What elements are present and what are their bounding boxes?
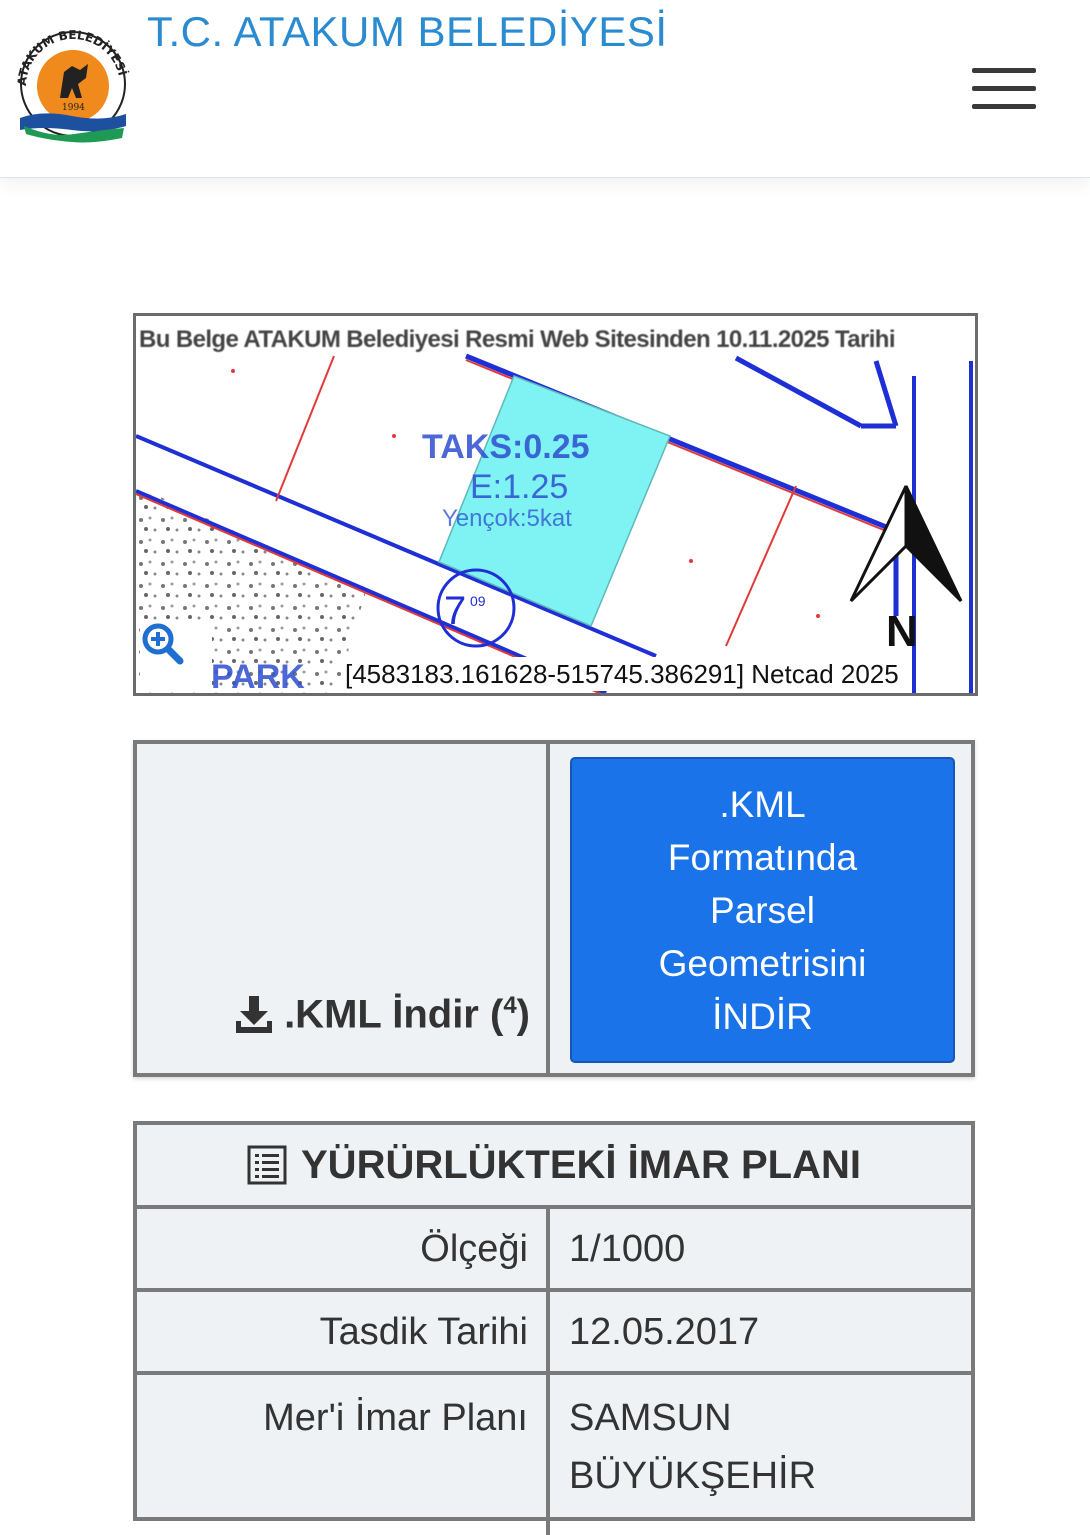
svg-text:TAKS:0.25: TAKS:0.25 bbox=[422, 428, 590, 466]
atakum-logo[interactable]: ATAKUM BELEDİYESİ 1994 bbox=[12, 26, 134, 144]
table-row: Ölçeği 1/1000 bbox=[137, 1209, 971, 1292]
row-label-current-plan: Mer'i İmar Planı bbox=[137, 1375, 550, 1535]
parcel-map[interactable]: 7 09 TAKS:0.25 E:1.25 Yençok:5kat PARK N… bbox=[133, 313, 978, 696]
imar-plan-table: YÜRÜRLÜKTEKİ İMAR PLANI Ölçeği 1/1000 Ta… bbox=[133, 1121, 975, 1535]
north-arrow: N bbox=[849, 485, 963, 656]
zoom-in-button[interactable] bbox=[140, 621, 212, 691]
imar-plan-heading: YÜRÜRLÜKTEKİ İMAR PLANI bbox=[137, 1125, 971, 1209]
kml-download-table: .KML İndir (4) .KML Formatında Parsel Ge… bbox=[133, 740, 975, 1077]
row-value-scale: 1/1000 bbox=[569, 1228, 686, 1270]
row-value-approval-date: 12.05.2017 bbox=[569, 1311, 760, 1353]
map-watermark: Bu Belge ATAKUM Belediyesi Resmi Web Sit… bbox=[139, 326, 896, 353]
row-value-current-plan: SAMSUN BÜYÜKŞEHİR bbox=[569, 1389, 816, 1505]
kml-download-link[interactable]: .KML İndir (4) bbox=[234, 992, 530, 1037]
kml-button-line: Parsel bbox=[710, 889, 815, 931]
kml-button-line: İNDİR bbox=[712, 995, 813, 1037]
table-row: Mer'i İmar Planı SAMSUN BÜYÜKŞEHİR bbox=[137, 1375, 971, 1535]
plan-value-line: SAMSUN bbox=[569, 1397, 732, 1439]
download-icon bbox=[236, 996, 273, 1034]
svg-text:09: 09 bbox=[470, 593, 486, 609]
table-row: Tasdik Tarihi 12.05.2017 bbox=[137, 1292, 971, 1375]
zoom-in-icon bbox=[142, 623, 184, 665]
svg-text:PARK: PARK bbox=[211, 658, 305, 693]
plan-value-line: BÜYÜKŞEHİR bbox=[569, 1455, 817, 1497]
kml-link-cell: .KML İndir (4) bbox=[137, 744, 550, 1073]
svg-text:E:1.25: E:1.25 bbox=[470, 468, 568, 506]
kml-button-line: Formatında bbox=[667, 836, 858, 878]
site-title[interactable]: T.C. ATAKUM BELEDİYESİ bbox=[147, 8, 668, 56]
kml-link-label: .KML İndir (4) bbox=[284, 991, 530, 1036]
list-icon bbox=[247, 1145, 287, 1185]
map-canvas: 7 09 TAKS:0.25 E:1.25 Yençok:5kat PARK N bbox=[136, 353, 973, 693]
imar-plan-heading-text: YÜRÜRLÜKTEKİ İMAR PLANI bbox=[301, 1142, 861, 1187]
kml-download-button[interactable]: .KML Formatında Parsel Geometrisini İNDİ… bbox=[570, 757, 955, 1063]
svg-text:1994: 1994 bbox=[62, 103, 85, 113]
map-coordinates: [4583183.161628-515745.386291] Netcad 20… bbox=[341, 657, 903, 691]
row-label-scale: Ölçeği bbox=[137, 1209, 550, 1288]
svg-text:N: N bbox=[886, 607, 918, 656]
kml-button-line: Geometrisini bbox=[658, 942, 867, 984]
hamburger-icon[interactable] bbox=[970, 66, 1040, 112]
hamburger-bar bbox=[972, 68, 1036, 73]
svg-text:7: 7 bbox=[444, 589, 466, 633]
svg-text:Yençok:5kat: Yençok:5kat bbox=[442, 505, 572, 532]
hamburger-bar bbox=[972, 86, 1036, 91]
row-label-approval-date: Tasdik Tarihi bbox=[137, 1292, 550, 1371]
site-header: ATAKUM BELEDİYESİ 1994 T.C. ATAKUM BELED… bbox=[0, 0, 1090, 178]
hamburger-bar bbox=[972, 104, 1036, 109]
kml-button-line: .KML bbox=[719, 783, 806, 825]
